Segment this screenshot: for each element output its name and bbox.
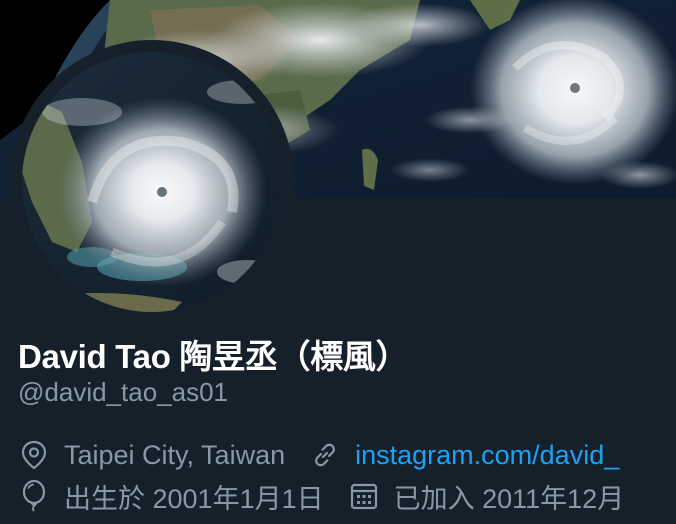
profile-joined-date: 已加入 2011年12月 [393,483,625,514]
profile-page: David Tao 陶昱丞（標風） @david_tao_as01 Taipei… [0,0,676,524]
profile-website-link[interactable]: instagram.com/david_ [355,440,619,471]
profile-display-name: David Tao 陶昱丞（標風） [18,338,409,375]
link-icon [309,439,341,471]
calendar-icon [348,480,380,512]
profile-location: Taipei City, Taiwan [64,439,286,470]
avatar[interactable] [10,40,294,324]
avatar-image [22,52,282,312]
profile-meta-row-1: Taipei City, Taiwan instagram.com/david_ [18,437,676,473]
location-pin-icon [18,439,50,471]
profile-handle: @david_tao_as01 [18,377,228,407]
profile-birthday: 出生於 2001年1月1日 [64,483,324,514]
balloon-icon [18,480,50,512]
profile-meta-row-2: 出生於 2001年1月1日 已加入 2011年12月 [18,478,676,514]
